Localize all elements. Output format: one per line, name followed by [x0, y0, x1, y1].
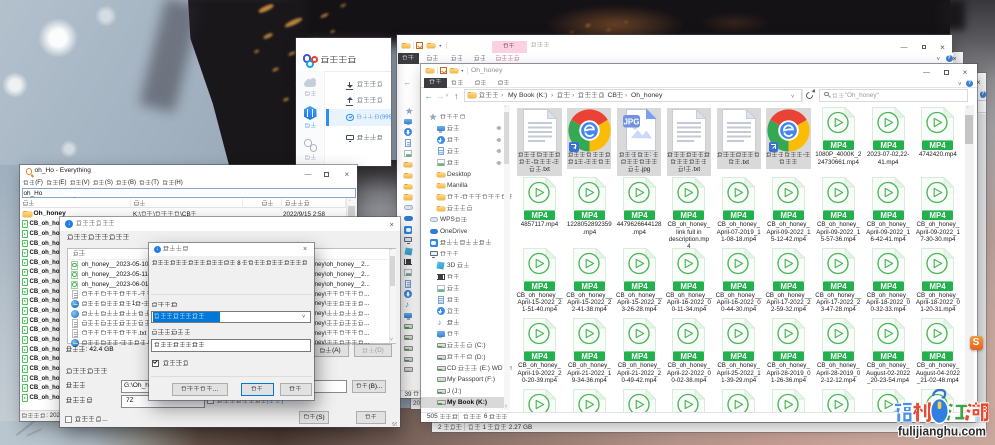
- svg-text:MP4: MP4: [531, 352, 548, 361]
- svg-text:MP4: MP4: [830, 141, 847, 150]
- svg-text:MP4: MP4: [581, 211, 598, 220]
- svg-text:MP4: MP4: [930, 282, 947, 291]
- svg-text:MP4: MP4: [681, 282, 698, 291]
- svg-text:MP4: MP4: [830, 352, 847, 361]
- svg-text:MP4: MP4: [880, 211, 897, 220]
- svg-text:MP4: MP4: [830, 282, 847, 291]
- svg-text:fulijianghu.com: fulijianghu.com: [898, 425, 986, 439]
- svg-text:MP4: MP4: [731, 282, 748, 291]
- svg-text:MP4: MP4: [930, 141, 947, 150]
- svg-text:MP4: MP4: [581, 282, 598, 291]
- svg-text:MP4: MP4: [581, 352, 598, 361]
- svg-text:MP4: MP4: [631, 211, 648, 220]
- svg-text:MP4: MP4: [930, 211, 947, 220]
- svg-text:MP4: MP4: [880, 352, 897, 361]
- svg-text:MP4: MP4: [780, 282, 797, 291]
- svg-text:MP4: MP4: [681, 352, 698, 361]
- svg-text:MP4: MP4: [731, 352, 748, 361]
- svg-text:MP4: MP4: [631, 282, 648, 291]
- svg-text:MP4: MP4: [930, 352, 947, 361]
- svg-text:MP4: MP4: [780, 211, 797, 220]
- svg-text:MP4: MP4: [531, 282, 548, 291]
- svg-text:MP4: MP4: [531, 211, 548, 220]
- svg-text:MP4: MP4: [880, 141, 897, 150]
- svg-text:MP4: MP4: [731, 211, 748, 220]
- svg-text:MP4: MP4: [830, 211, 847, 220]
- svg-text:MP4: MP4: [880, 282, 897, 291]
- svg-text:MP4: MP4: [681, 211, 698, 220]
- svg-text:JPG: JPG: [623, 117, 639, 126]
- svg-text:MP4: MP4: [631, 352, 648, 361]
- svg-text:MP4: MP4: [780, 352, 797, 361]
